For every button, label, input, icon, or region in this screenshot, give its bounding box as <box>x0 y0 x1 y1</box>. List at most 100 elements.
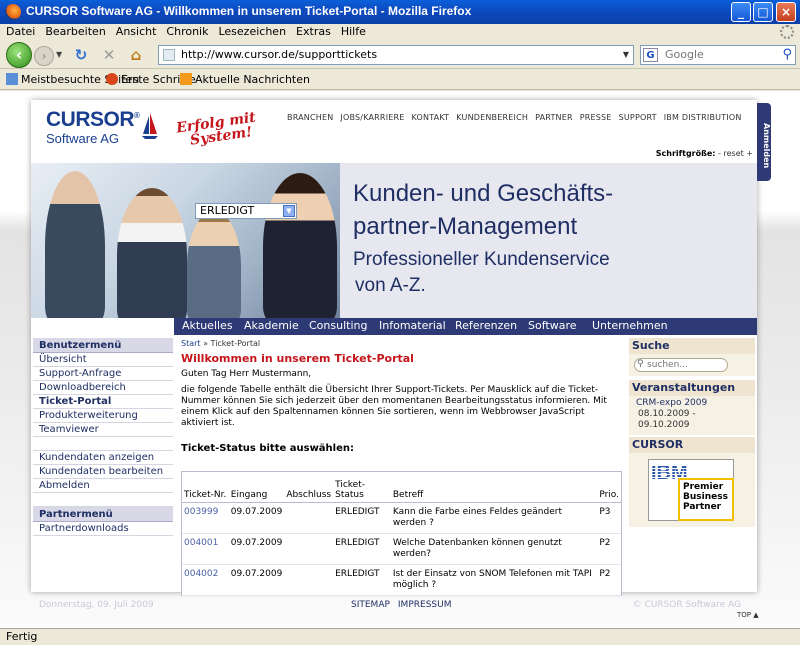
partner-menu-heading: Partnermenü <box>33 507 173 522</box>
chevron-down-icon[interactable]: ▼ <box>283 205 295 217</box>
ticket-number-link[interactable]: 004001 <box>182 533 229 565</box>
mainnav-software[interactable]: Software <box>528 319 577 332</box>
hero-banner: Kunden- und Geschäfts-partner-Management… <box>31 163 757 318</box>
footer-links: SITEMAP IMPRESSUM <box>351 600 459 610</box>
url-input[interactable] <box>181 48 601 61</box>
bookmark-latest-news[interactable]: Aktuelle Nachrichten <box>180 73 310 86</box>
throbber-icon <box>780 25 794 39</box>
rss-icon <box>180 73 192 85</box>
col-eingang[interactable]: Eingang <box>228 472 285 503</box>
breadcrumb: Start » Ticket-Portal <box>181 339 261 348</box>
website-page: CURSOR® Software AG Erfolg mit System! BR… <box>31 100 757 610</box>
sidebar-item-edit-customer-data[interactable]: Kundendaten bearbeiten <box>33 465 173 479</box>
sidebar-item-ticket-portal[interactable]: Ticket-Portal <box>33 395 173 409</box>
bookmarks-toolbar: Meistbesuchte Seiten Erste Schritte Aktu… <box>0 70 800 90</box>
mainnav-infomaterial[interactable]: Infomaterial <box>379 319 446 332</box>
back-button[interactable]: ‹ <box>6 42 32 68</box>
topnav-support[interactable]: SUPPORT <box>619 113 657 122</box>
firefox-icon <box>5 4 21 20</box>
events-heading: Veranstaltungen <box>629 380 755 396</box>
cursor-logo[interactable]: CURSOR® <box>46 108 140 132</box>
home-icon[interactable]: ⌂ <box>127 46 145 64</box>
sidebar-item-overview[interactable]: Übersicht <box>33 353 173 367</box>
col-status[interactable]: Ticket-Status <box>333 472 391 503</box>
history-dropdown-icon[interactable]: ▼ <box>56 50 62 59</box>
web-search-input[interactable] <box>665 48 773 61</box>
topnav-jobs[interactable]: JOBS/KARRIERE <box>340 113 404 122</box>
menu-lesezeichen[interactable]: Lesezeichen <box>214 24 290 39</box>
google-icon[interactable]: G <box>643 48 658 62</box>
minimize-button[interactable]: _ <box>731 2 751 22</box>
col-abschluss[interactable]: Abschluss <box>284 472 334 503</box>
mainnav-unternehmen[interactable]: Unternehmen <box>592 319 668 332</box>
slogan: Erfolg mit System! <box>175 109 257 149</box>
table-row: 004002 09.07.2009 ERLEDIGT Ist der Einsa… <box>182 564 621 596</box>
sail-logo-icon <box>142 113 158 139</box>
table-header-row: Ticket-Nr. Eingang Abschluss Ticket-Stat… <box>182 472 621 503</box>
footer-sitemap-link[interactable]: SITEMAP <box>351 600 390 610</box>
font-size-buttons[interactable]: - reset + <box>718 149 753 158</box>
footer-impressum-link[interactable]: IMPRESSUM <box>398 600 452 610</box>
event-dates: 08.10.2009 - 09.10.2009 <box>638 409 696 430</box>
col-prio[interactable]: Prio. <box>597 472 621 503</box>
site-search-input[interactable] <box>634 358 728 372</box>
stop-icon[interactable]: ✕ <box>100 46 118 64</box>
navigation-toolbar: ‹ › ▼ ↻ ✕ ⌂ ▼ G ⚲ <box>0 41 800 69</box>
sidebar-item-logout[interactable]: Abmelden <box>33 479 173 493</box>
user-menu-heading: Benutzermenü <box>33 338 173 353</box>
topnav-presse[interactable]: PRESSE <box>580 113 612 122</box>
ibm-partner-banner[interactable]: IBM Premier Business Partner <box>629 453 755 527</box>
menu-datei[interactable]: Datei <box>2 24 39 39</box>
topnav-branchen[interactable]: BRANCHEN <box>287 113 333 122</box>
top-navigation: BRANCHEN JOBS/KARRIERE KONTAKT KUNDENBEREIC… <box>287 113 749 122</box>
ticket-table: Ticket-Nr. Eingang Abschluss Ticket-Stat… <box>181 471 622 596</box>
mainnav-referenzen[interactable]: Referenzen <box>455 319 517 332</box>
sidebar-item-show-customer-data[interactable]: Kundendaten anzeigen <box>33 451 173 465</box>
menu-ansicht[interactable]: Ansicht <box>112 24 161 39</box>
mainnav-akademie[interactable]: Akademie <box>244 319 299 332</box>
table-row: 003999 09.07.2009 ERLEDIGT Kann die Farb… <box>182 502 621 534</box>
col-ticket-nr[interactable]: Ticket-Nr. <box>182 472 229 503</box>
mainnav-consulting[interactable]: Consulting <box>309 319 367 332</box>
menu-extras[interactable]: Extras <box>292 24 335 39</box>
col-betreff[interactable]: Betreff <box>390 472 598 503</box>
event-name: CRM-expo 2009 <box>636 398 708 408</box>
search-icon[interactable]: ⚲ <box>782 47 792 62</box>
topnav-kontakt[interactable]: KONTAKT <box>412 113 450 122</box>
maximize-button[interactable]: □ <box>753 2 773 22</box>
event-item[interactable]: CRM-expo 2009 08.10.2009 - 09.10.2009 <box>629 396 755 435</box>
browser-viewport: CURSOR® Software AG Erfolg mit System! BR… <box>0 91 800 628</box>
site-favicon-icon <box>163 49 175 61</box>
footer-date: Donnerstag, 09. Juli 2009 <box>39 600 154 610</box>
menu-hilfe[interactable]: Hilfe <box>337 24 370 39</box>
topnav-kundenbereich[interactable]: KUNDENBEREICH <box>456 113 528 122</box>
login-tab[interactable]: Anmelden <box>757 103 771 181</box>
mainnav-aktuelles[interactable]: Aktuelles <box>182 319 233 332</box>
sidebar-item-product-extension[interactable]: Produkterweiterung <box>33 409 173 423</box>
menu-chronik[interactable]: Chronik <box>162 24 212 39</box>
url-dropdown-icon[interactable]: ▼ <box>623 50 629 59</box>
logo-subtitle: Software AG <box>46 131 119 146</box>
topnav-partner[interactable]: PARTNER <box>535 113 573 122</box>
sidebar-item-partner-downloads[interactable]: Partnerdownloads <box>33 522 173 536</box>
intro-text: die folgende Tabelle enthält die Übersic… <box>181 385 607 428</box>
sidebar-item-downloads[interactable]: Downloadbereich <box>33 381 173 395</box>
page-title: Willkommen in unserem Ticket-Portal <box>181 352 414 365</box>
close-button[interactable]: × <box>776 2 796 22</box>
hero-photo <box>31 163 340 318</box>
reload-icon[interactable]: ↻ <box>72 46 90 64</box>
ticket-number-link[interactable]: 003999 <box>182 502 229 534</box>
ticket-number-link[interactable]: 004002 <box>182 564 229 596</box>
back-to-top-link[interactable]: TOP ▲ <box>737 611 759 619</box>
menu-bar: Datei Bearbeiten Ansicht Chronik Lesezeichen… <box>0 24 800 41</box>
breadcrumb-home[interactable]: Start <box>181 339 201 348</box>
web-search-box[interactable]: G ⚲ <box>640 45 796 65</box>
sidebar-item-teamviewer[interactable]: Teamviewer <box>33 423 173 437</box>
status-select[interactable]: ERLEDIGT ▼ <box>195 203 297 219</box>
menu-bearbeiten[interactable]: Bearbeiten <box>41 24 109 39</box>
topnav-ibm[interactable]: IBM DISTRIBUTION <box>664 113 742 122</box>
forward-button[interactable]: › <box>34 46 54 66</box>
status-bar: Fertig <box>0 628 800 645</box>
url-bar[interactable]: ▼ <box>158 45 634 65</box>
sidebar-item-support-request[interactable]: Support-Anfrage <box>33 367 173 381</box>
